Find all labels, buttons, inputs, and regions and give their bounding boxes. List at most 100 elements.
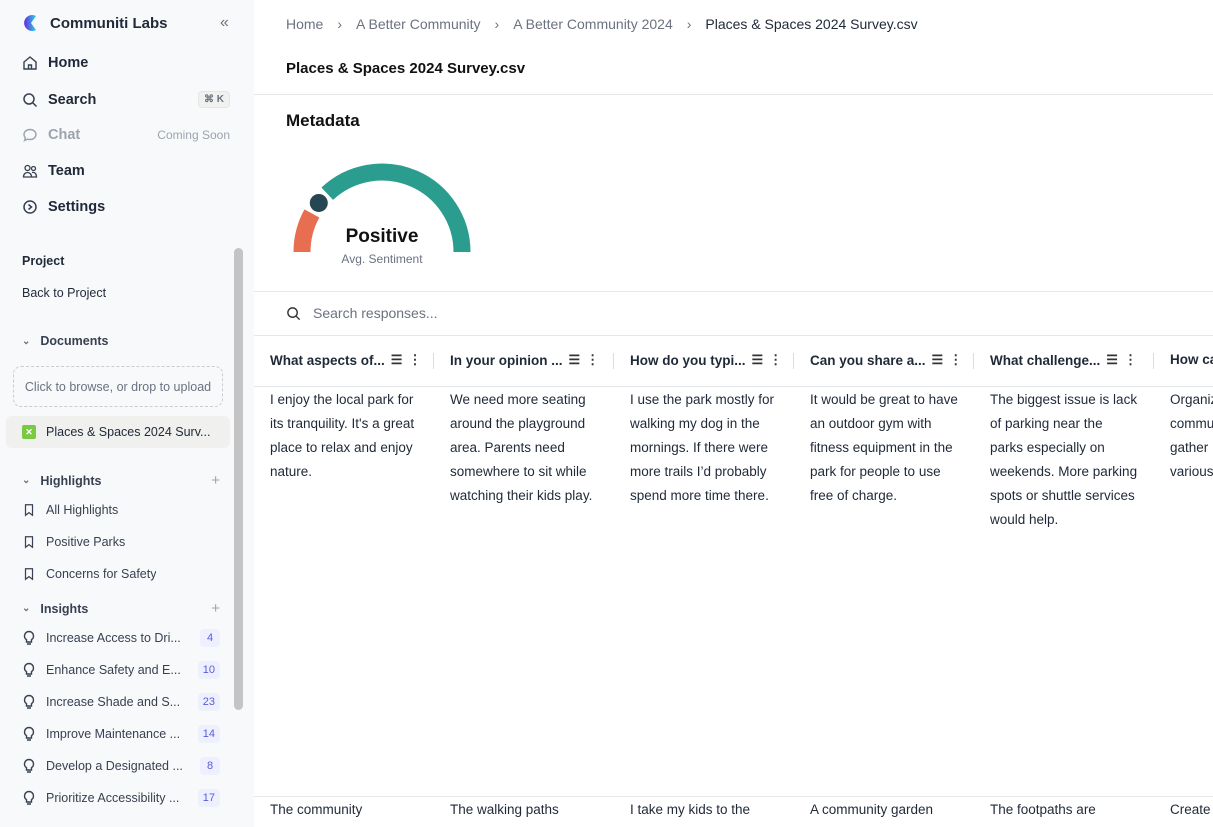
insight-item[interactable]: Prioritize Accessibility ... 17 (22, 789, 220, 807)
brand[interactable]: Communiti Labs (22, 14, 168, 32)
add-insight-icon[interactable]: + (211, 600, 220, 617)
sentiment-value: Positive (345, 226, 419, 247)
sidebar: Communiti Labs « Home Search ⌘ K Chat Co… (0, 0, 254, 827)
table-cell[interactable]: It would be great to have an outdoor gym… (794, 388, 974, 508)
breadcrumb-current: Places & Spaces 2024 Survey.csv (705, 16, 918, 32)
table-cell[interactable]: A community garden (794, 798, 974, 822)
highlight-item[interactable]: All Highlights (22, 503, 220, 517)
table-cell[interactable]: I use the park mostly for walking my dog… (614, 388, 794, 508)
column-header[interactable]: What challenge... ☰ ⋮ (974, 352, 1154, 369)
insight-label: Improve Maintenance ... (46, 727, 181, 741)
divider (254, 291, 1213, 292)
logo-icon (24, 14, 36, 32)
filter-icon[interactable]: ☰ (569, 352, 581, 368)
breadcrumb-project[interactable]: A Better Community (356, 16, 481, 32)
column-header[interactable]: How ca (1154, 352, 1213, 367)
group-label: Insights (40, 601, 89, 616)
settings-icon (23, 200, 37, 214)
lightbulb-icon (23, 726, 35, 741)
breadcrumb-home[interactable]: Home (286, 16, 323, 32)
breadcrumb-collection[interactable]: A Better Community 2024 (513, 16, 673, 32)
column-title: How do you typi... (630, 352, 746, 368)
table-cell[interactable]: Create (1154, 798, 1213, 822)
sentiment-label: Avg. Sentiment (341, 252, 423, 266)
insight-count-badge: 4 (200, 629, 220, 647)
back-to-project-link[interactable]: Back to Project (22, 286, 106, 300)
documents-group[interactable]: ⌄ Documents (22, 334, 220, 348)
divider (254, 335, 1213, 336)
main-content: Home › A Better Community › A Better Commu… (254, 0, 1213, 827)
insight-item[interactable]: Increase Shade and S... 23 (22, 693, 220, 711)
lightbulb-icon (23, 630, 35, 645)
more-options-icon[interactable]: ⋮ (769, 352, 782, 368)
filter-icon[interactable]: ☰ (1106, 352, 1118, 368)
spreadsheet-icon: ✕ (22, 425, 36, 439)
nav-home[interactable]: Home (22, 55, 230, 71)
chevron-right-icon: › (686, 16, 692, 32)
lightbulb-icon (23, 694, 35, 709)
highlight-item[interactable]: Positive Parks (22, 535, 220, 549)
insight-label: Enhance Safety and E... (46, 663, 181, 677)
search-input[interactable]: Search responses... (313, 305, 438, 321)
bookmark-icon (24, 504, 34, 517)
table-cell[interactable]: I enjoy the local park for its tranquili… (254, 388, 434, 484)
column-title: In your opinion ... (450, 352, 563, 368)
breadcrumb: Home › A Better Community › A Better Commu… (286, 16, 918, 32)
insights-group[interactable]: ⌄ Insights + (22, 600, 220, 617)
table-cell[interactable]: The walking paths (434, 798, 614, 822)
coming-soon-label: Coming Soon (157, 128, 230, 142)
document-item[interactable]: ✕ Places & Spaces 2024 Surv... (6, 416, 230, 448)
column-header[interactable]: Can you share a... ☰ ⋮ (794, 352, 974, 369)
sidebar-scrollbar[interactable] (234, 248, 243, 710)
insight-count-badge: 23 (197, 693, 220, 711)
more-options-icon[interactable]: ⋮ (586, 352, 599, 368)
page-title: Places & Spaces 2024 Survey.csv (286, 60, 526, 77)
highlight-label: All Highlights (46, 503, 119, 517)
add-highlight-icon[interactable]: + (211, 472, 220, 489)
insight-item[interactable]: Improve Maintenance ... 14 (22, 725, 220, 743)
brand-name: Communiti Labs (50, 14, 168, 32)
filter-icon[interactable]: ☰ (391, 352, 403, 368)
nav-label: Home (48, 55, 89, 71)
nav-settings[interactable]: Settings (22, 199, 230, 215)
divider (254, 796, 1213, 797)
bookmark-icon (24, 568, 34, 581)
table-cell[interactable]: The community (254, 798, 434, 822)
column-header[interactable]: In your opinion ... ☰ ⋮ (434, 352, 614, 369)
column-header[interactable]: What aspects of... ☰ ⋮ (254, 352, 434, 369)
filter-icon[interactable]: ☰ (752, 352, 764, 368)
lightbulb-icon (23, 662, 35, 677)
nav-team[interactable]: Team (22, 163, 230, 179)
more-options-icon[interactable]: ⋮ (1124, 352, 1137, 368)
highlights-group[interactable]: ⌄ Highlights + (22, 472, 220, 489)
nav-search[interactable]: Search ⌘ K (22, 91, 230, 108)
more-options-icon[interactable]: ⋮ (408, 352, 421, 368)
insight-count-badge: 14 (197, 725, 220, 743)
more-options-icon[interactable]: ⋮ (949, 352, 962, 368)
column-header[interactable]: How do you typi... ☰ ⋮ (614, 352, 794, 369)
collapse-sidebar-icon[interactable]: « (220, 14, 229, 32)
nav-label: Chat (48, 127, 81, 143)
home-icon (23, 56, 37, 70)
table-cell[interactable]: We need more seating around the playgrou… (434, 388, 614, 508)
table-cell[interactable]: The footpaths are (974, 798, 1154, 822)
insight-item[interactable]: Enhance Safety and E... 10 (22, 661, 220, 679)
table-cell[interactable]: Organiz commu gather various (1154, 388, 1213, 484)
filter-icon[interactable]: ☰ (932, 352, 944, 368)
upload-dropzone[interactable]: Click to browse, or drop to upload (13, 366, 223, 407)
table-cell[interactable]: I take my kids to the (614, 798, 794, 822)
insight-count-badge: 10 (197, 661, 220, 679)
insight-item[interactable]: Develop a Designated ... 8 (22, 757, 220, 775)
lightbulb-icon (23, 758, 35, 773)
insight-item[interactable]: Increase Access to Dri... 4 (22, 629, 220, 647)
column-title: How ca (1170, 352, 1213, 367)
nav-label: Team (48, 163, 85, 179)
search-icon (287, 306, 301, 320)
highlight-item[interactable]: Concerns for Safety (22, 567, 220, 581)
group-label: Documents (40, 334, 109, 348)
shortcut-badge: ⌘ K (198, 91, 230, 108)
insight-count-badge: 8 (200, 757, 220, 775)
insight-count-badge: 17 (197, 789, 220, 807)
search-responses[interactable]: Search responses... (286, 305, 438, 321)
table-cell[interactable]: The biggest issue is lack of parking nea… (974, 388, 1154, 532)
